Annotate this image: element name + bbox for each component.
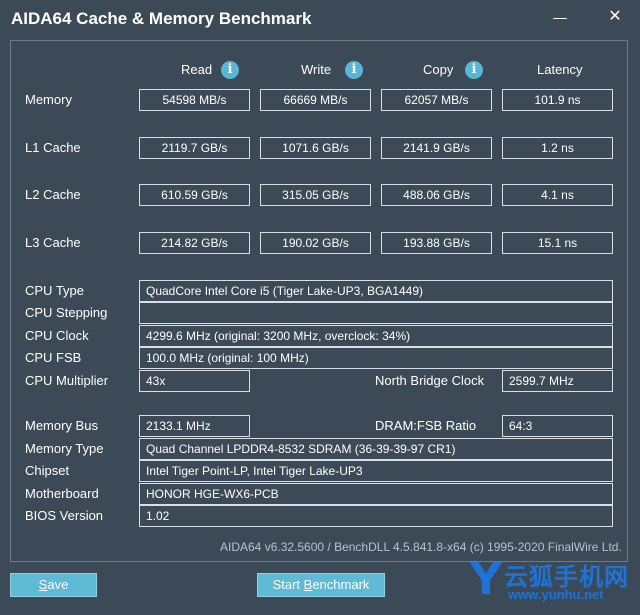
l1-read-value: 2119.7 GB/s [139, 137, 250, 159]
chipset-value: Intel Tiger Point-LP, Intel Tiger Lake-U… [139, 460, 613, 482]
dram-fsb-ratio-value: 64:3 [502, 415, 613, 437]
memory-write-value: 66669 MB/s [260, 89, 371, 111]
column-header-write: Write [301, 62, 332, 77]
watermark-logo: Y 云狐手机网 www.yunhu.net [470, 555, 635, 610]
l1-latency-value: 1.2 ns [502, 137, 613, 159]
cpu-multiplier-label: CPU Multiplier [25, 373, 109, 388]
cpu-fsb-value: 100.0 MHz (original: 100 MHz) [139, 347, 613, 369]
row-label-l3-cache: L3 Cache [25, 235, 81, 250]
save-label: ave [47, 577, 69, 592]
cpu-type-label: CPU Type [25, 283, 85, 298]
cpu-stepping-label: CPU Stepping [25, 305, 108, 320]
window-title: AIDA64 Cache & Memory Benchmark [11, 9, 312, 28]
cpu-fsb-label: CPU FSB [25, 350, 82, 365]
copy-info-icon[interactable]: i [465, 61, 483, 79]
north-bridge-clock-label: North Bridge Clock [375, 373, 485, 388]
l2-latency-value: 4.1 ns [502, 184, 613, 206]
cpu-clock-value: 4299.6 MHz (original: 3200 MHz, overcloc… [139, 325, 613, 347]
start-label-rest: enchmark [312, 577, 370, 592]
bios-version-value: 1.02 [139, 505, 613, 527]
l3-read-value: 214.82 GB/s [139, 232, 250, 254]
write-info-icon[interactable]: i [345, 61, 363, 79]
read-info-icon[interactable]: i [221, 61, 239, 79]
dram-fsb-ratio-label: DRAM:FSB Ratio [375, 418, 477, 433]
memory-type-label: Memory Type [25, 441, 104, 456]
l2-write-value: 315.05 GB/s [260, 184, 371, 206]
motherboard-label: Motherboard [25, 486, 99, 501]
cpu-type-value: QuadCore Intel Core i5 (Tiger Lake-UP3, … [139, 280, 613, 302]
column-header-latency: Latency [537, 62, 583, 77]
l1-copy-value: 2141.9 GB/s [381, 137, 492, 159]
l3-latency-value: 15.1 ns [502, 232, 613, 254]
cpu-multiplier-value: 43x [139, 370, 250, 392]
column-header-copy: Copy [423, 62, 454, 77]
cpu-clock-label: CPU Clock [25, 328, 89, 343]
motherboard-value: HONOR HGE-WX6-PCB [139, 483, 613, 505]
l1-write-value: 1071.6 GB/s [260, 137, 371, 159]
cpu-stepping-value [139, 302, 613, 324]
close-button[interactable]: ✕ [603, 6, 627, 28]
row-label-memory: Memory [25, 92, 72, 107]
l2-copy-value: 488.06 GB/s [381, 184, 492, 206]
title-bar: AIDA64 Cache & Memory Benchmark — ✕ [0, 0, 640, 36]
watermark-letter: Y [470, 554, 502, 605]
version-footer: AIDA64 v6.32.5600 / BenchDLL 4.5.841.8-x… [220, 540, 622, 554]
start-label-prefix: Start [272, 577, 304, 592]
memory-read-value: 54598 MB/s [139, 89, 250, 111]
north-bridge-clock-value: 2599.7 MHz [502, 370, 613, 392]
save-button[interactable]: Save [10, 573, 97, 597]
memory-type-value: Quad Channel LPDDR4-8532 SDRAM (36-39-39… [139, 438, 613, 460]
minimize-button[interactable]: — [548, 6, 572, 28]
l3-copy-value: 193.88 GB/s [381, 232, 492, 254]
memory-copy-value: 62057 MB/s [381, 89, 492, 111]
memory-bus-value: 2133.1 MHz [139, 415, 250, 437]
watermark-url: www.yunhu.net [508, 587, 604, 602]
row-label-l2-cache: L2 Cache [25, 187, 81, 202]
bios-version-label: BIOS Version [25, 508, 104, 523]
column-header-read: Read [181, 62, 213, 77]
memory-bus-label: Memory Bus [25, 418, 98, 433]
l3-write-value: 190.02 GB/s [260, 232, 371, 254]
start-benchmark-button[interactable]: Start Benchmark [257, 573, 385, 597]
memory-latency-value: 101.9 ns [502, 89, 613, 111]
l2-read-value: 610.59 GB/s [139, 184, 250, 206]
chipset-label: Chipset [25, 463, 70, 478]
row-label-l1-cache: L1 Cache [25, 140, 81, 155]
